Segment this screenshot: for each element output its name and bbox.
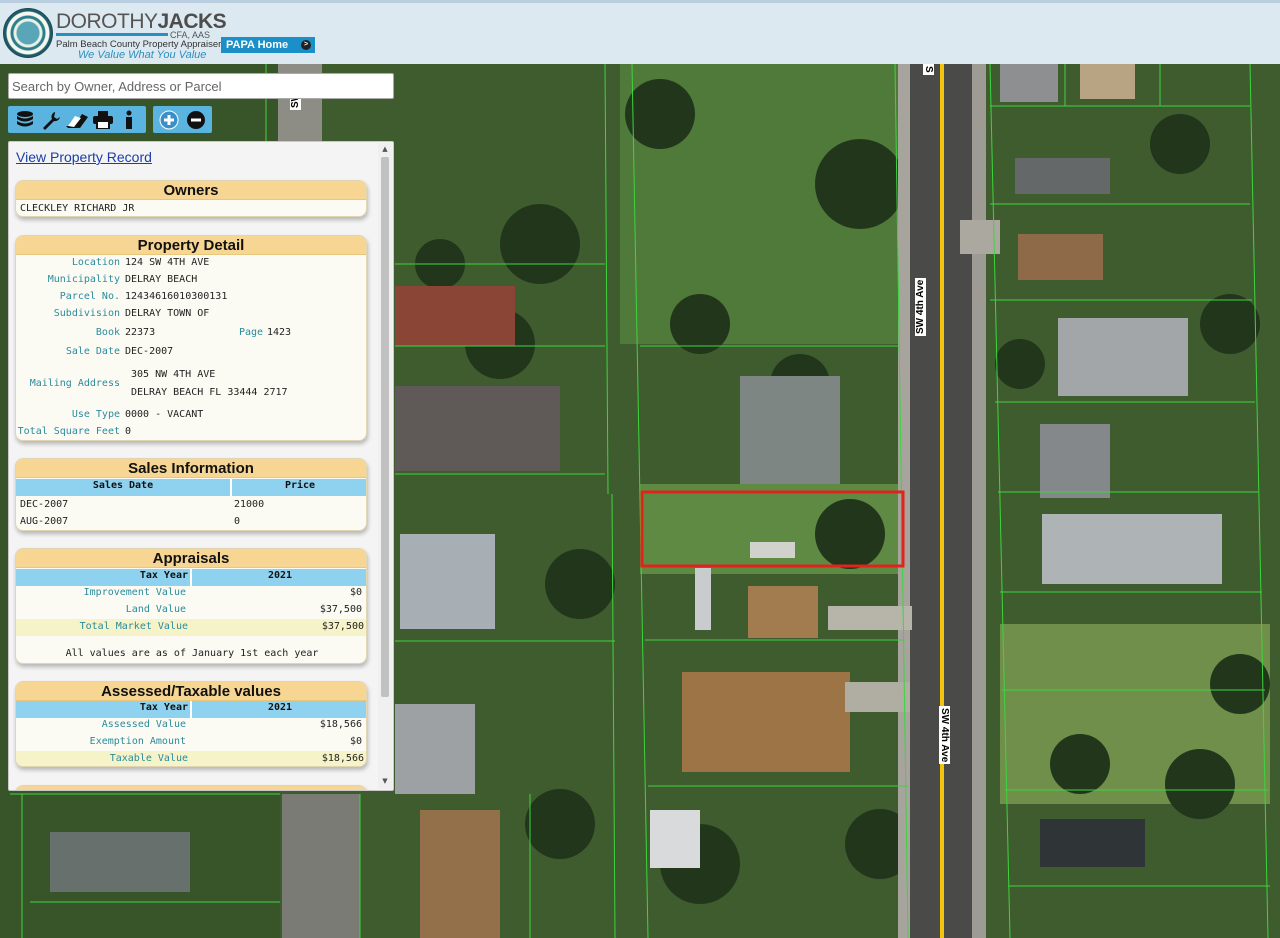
next-section-title bbox=[16, 786, 366, 790]
zoom-in-icon[interactable] bbox=[157, 109, 181, 131]
tax-year-column: Tax Year bbox=[139, 702, 188, 713]
street-label: SW 4th Ave bbox=[915, 277, 926, 336]
assessed-value: $18,566 bbox=[319, 719, 362, 730]
total-market-value-label: Total Market Value bbox=[79, 621, 188, 632]
sale-row-date: AUG-2007 bbox=[20, 516, 69, 527]
sale-date-value: DEC-2007 bbox=[125, 346, 174, 357]
use-type-label: Use Type bbox=[71, 409, 120, 420]
sales-information-card: Sales Information Sales Date Price DEC-2… bbox=[15, 458, 367, 531]
valuation-note: All values are as of January 1st each ye… bbox=[65, 648, 319, 659]
zoom-controls bbox=[153, 106, 212, 133]
scroll-thumb[interactable] bbox=[381, 157, 389, 697]
subdivision-label: Subdivision bbox=[53, 308, 120, 319]
tax-year-value: 2021 bbox=[267, 570, 293, 581]
improvement-value: $0 bbox=[349, 587, 362, 598]
tax-year-column: Tax Year bbox=[139, 570, 188, 581]
owners-card: Owners CLECKLEY RICHARD JR bbox=[15, 180, 367, 217]
appraisals-card: Appraisals Tax Year 2021 Improvement Val… bbox=[15, 548, 367, 664]
mailing-address-label: Mailing Address bbox=[29, 378, 120, 389]
location-value: 124 SW 4TH AVE bbox=[125, 257, 210, 268]
property-detail-card: Property Detail Location 124 SW 4TH AVE … bbox=[15, 235, 367, 441]
sales-information-title: Sales Information bbox=[16, 459, 366, 478]
use-type-value: 0000 - VACANT bbox=[125, 409, 204, 420]
appraisals-title: Appraisals bbox=[16, 549, 366, 568]
exemption-amount-label: Exemption Amount bbox=[89, 736, 186, 747]
search-input[interactable] bbox=[8, 73, 394, 99]
property-info-panel[interactable]: ▲ ▼ View Property Record Owners CLECKLEY… bbox=[8, 141, 394, 791]
total-market-row: Total Market Value $37,500 bbox=[16, 619, 366, 636]
owners-title: Owners bbox=[16, 181, 366, 200]
sales-date-column: Sales Date bbox=[92, 480, 154, 491]
sales-table-header: Sales Date Price bbox=[16, 479, 366, 496]
page-value: 1423 bbox=[267, 327, 292, 338]
property-detail-title: Property Detail bbox=[16, 236, 366, 255]
county-seal-logo bbox=[3, 8, 53, 58]
wrench-icon[interactable] bbox=[39, 109, 63, 131]
total-square-feet-value: 0 bbox=[125, 426, 132, 437]
land-value-label: Land Value bbox=[125, 604, 186, 615]
taxable-value-row: Taxable Value $18,566 bbox=[16, 751, 366, 766]
panel-scrollbar[interactable]: ▲ ▼ bbox=[378, 143, 392, 789]
papa-home-button[interactable]: PAPA Home > bbox=[221, 37, 315, 53]
parcel-value: 12434616010300131 bbox=[125, 291, 228, 302]
appraisals-table-header: Tax Year 2021 bbox=[16, 569, 366, 586]
book-value: 22373 bbox=[125, 327, 156, 338]
mailing-address-line2: DELRAY BEACH FL 33444 2717 bbox=[131, 387, 288, 398]
sale-row-price: 0 bbox=[234, 516, 241, 527]
assessed-table-header: Tax Year 2021 bbox=[16, 701, 366, 718]
layers-icon[interactable] bbox=[13, 109, 37, 131]
assessed-taxable-title: Assessed/Taxable values bbox=[16, 682, 366, 701]
owner-name: CLECKLEY RICHARD JR bbox=[20, 203, 135, 214]
next-section-card bbox=[15, 785, 367, 790]
map-toolbar bbox=[8, 106, 146, 133]
brand-underline bbox=[56, 33, 168, 36]
view-property-record-link[interactable]: View Property Record bbox=[16, 149, 152, 165]
location-label: Location bbox=[71, 257, 120, 268]
app-header: DOROTHYJACKS CFA, AAS Palm Beach County … bbox=[0, 0, 1280, 64]
improvement-value-label: Improvement Value bbox=[83, 587, 186, 598]
print-icon[interactable] bbox=[91, 109, 115, 131]
assessed-taxable-card: Assessed/Taxable values Tax Year 2021 As… bbox=[15, 681, 367, 767]
sale-date-label: Sale Date bbox=[65, 346, 120, 357]
tax-year-value: 2021 bbox=[267, 702, 293, 713]
parcel-label: Parcel No. bbox=[59, 291, 120, 302]
zoom-out-icon[interactable] bbox=[184, 109, 208, 131]
total-market-value: $37,500 bbox=[321, 621, 364, 632]
municipality-value: DELRAY BEACH bbox=[125, 274, 198, 285]
eraser-icon[interactable] bbox=[65, 109, 89, 131]
book-label: Book bbox=[95, 327, 120, 338]
price-column: Price bbox=[284, 480, 316, 491]
total-square-feet-label: Total Square Feet bbox=[17, 426, 120, 437]
sale-row-date: DEC-2007 bbox=[20, 499, 69, 510]
page-label: Page bbox=[239, 327, 264, 338]
scroll-down-icon[interactable]: ▼ bbox=[378, 777, 392, 787]
taxable-value-label: Taxable Value bbox=[109, 753, 188, 764]
scroll-up-icon[interactable]: ▲ bbox=[378, 145, 392, 155]
land-value: $37,500 bbox=[319, 604, 362, 615]
taxable-value: $18,566 bbox=[321, 753, 364, 764]
info-icon[interactable] bbox=[117, 109, 141, 131]
street-label: S bbox=[923, 64, 934, 75]
papa-home-label: PAPA Home bbox=[226, 39, 289, 51]
municipality-label: Municipality bbox=[47, 274, 120, 285]
arrow-right-icon: > bbox=[301, 40, 311, 50]
sale-row-price: 21000 bbox=[234, 499, 265, 510]
mailing-address-line1: 305 NW 4TH AVE bbox=[131, 369, 216, 380]
brand-slogan: We Value What You Value bbox=[78, 49, 207, 61]
exemption-amount: $0 bbox=[349, 736, 362, 747]
assessed-value-label: Assessed Value bbox=[101, 719, 186, 730]
street-label: SW 4th Ave bbox=[939, 706, 950, 765]
subdivision-value: DELRAY TOWN OF bbox=[125, 308, 210, 319]
